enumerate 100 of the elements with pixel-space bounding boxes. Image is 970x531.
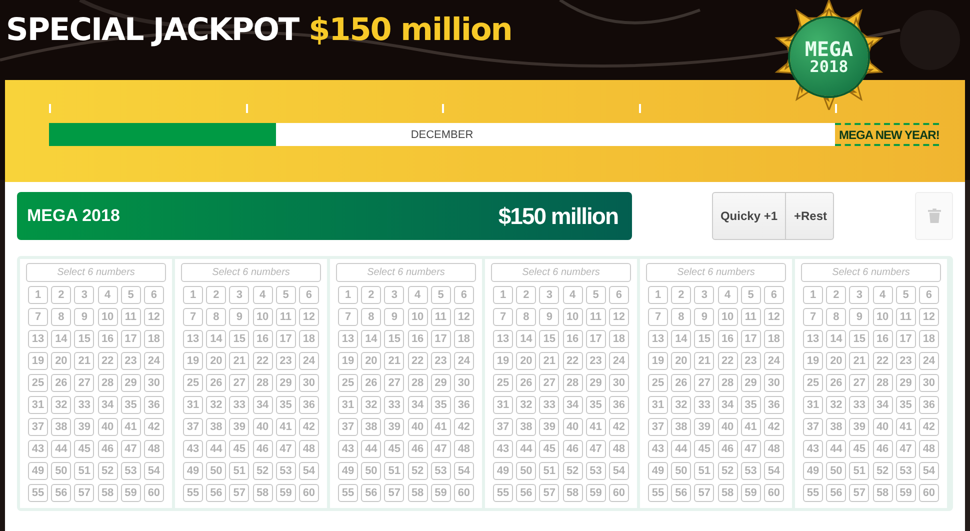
number-button[interactable]: 12: [608, 308, 629, 326]
number-button[interactable]: 43: [493, 440, 513, 458]
number-button[interactable]: 59: [586, 484, 606, 502]
number-button[interactable]: 27: [849, 374, 870, 392]
number-button[interactable]: 19: [338, 352, 358, 370]
number-button[interactable]: 51: [539, 462, 560, 480]
number-button[interactable]: 30: [918, 374, 939, 392]
number-button[interactable]: 55: [183, 484, 203, 502]
number-button[interactable]: 55: [648, 484, 668, 502]
number-button[interactable]: 42: [608, 418, 629, 436]
number-button[interactable]: 39: [74, 418, 94, 436]
number-button[interactable]: 40: [718, 418, 738, 436]
number-button[interactable]: 28: [252, 374, 273, 392]
number-button[interactable]: 42: [764, 418, 784, 436]
number-button[interactable]: 3: [229, 286, 250, 304]
selection-field[interactable]: Select 6 numbers: [491, 263, 631, 282]
number-button[interactable]: 7: [338, 308, 358, 326]
number-button[interactable]: 58: [562, 484, 583, 502]
number-button[interactable]: 36: [144, 396, 164, 414]
number-button[interactable]: 14: [516, 330, 536, 348]
number-button[interactable]: 8: [516, 308, 536, 326]
number-button[interactable]: 33: [74, 396, 94, 414]
number-button[interactable]: 22: [562, 352, 583, 370]
number-button[interactable]: 45: [539, 440, 560, 458]
number-button[interactable]: 16: [98, 330, 118, 348]
number-button[interactable]: 2: [671, 286, 692, 304]
number-button[interactable]: 41: [430, 418, 451, 436]
action-button[interactable]: Quicky +1: [712, 192, 786, 240]
selection-field[interactable]: Select 6 numbers: [26, 263, 166, 282]
number-button[interactable]: 25: [338, 374, 358, 392]
number-button[interactable]: 6: [918, 286, 939, 304]
number-button[interactable]: 58: [252, 484, 273, 502]
number-button[interactable]: 14: [671, 330, 692, 348]
number-button[interactable]: 19: [183, 352, 203, 370]
number-button[interactable]: 53: [896, 462, 916, 480]
number-button[interactable]: 25: [183, 374, 203, 392]
number-button[interactable]: 38: [826, 418, 846, 436]
number-button[interactable]: 18: [918, 330, 939, 348]
number-button[interactable]: 51: [74, 462, 94, 480]
number-button[interactable]: 33: [384, 396, 404, 414]
number-button[interactable]: 39: [229, 418, 250, 436]
number-button[interactable]: 50: [516, 462, 536, 480]
number-button[interactable]: 1: [338, 286, 358, 304]
number-button[interactable]: 20: [671, 352, 692, 370]
number-button[interactable]: 10: [562, 308, 583, 326]
number-button[interactable]: 56: [826, 484, 846, 502]
number-button[interactable]: 59: [896, 484, 916, 502]
number-button[interactable]: 32: [51, 396, 72, 414]
number-button[interactable]: 54: [144, 462, 164, 480]
action-button[interactable]: +Rest: [786, 192, 834, 240]
number-button[interactable]: 35: [276, 396, 296, 414]
number-button[interactable]: 2: [51, 286, 72, 304]
number-button[interactable]: 46: [98, 440, 118, 458]
number-button[interactable]: 60: [608, 484, 629, 502]
number-button[interactable]: 38: [51, 418, 72, 436]
number-button[interactable]: 34: [98, 396, 118, 414]
number-button[interactable]: 3: [384, 286, 404, 304]
number-button[interactable]: 58: [408, 484, 428, 502]
number-button[interactable]: 32: [206, 396, 226, 414]
number-button[interactable]: 44: [361, 440, 382, 458]
number-button[interactable]: 46: [252, 440, 273, 458]
number-button[interactable]: 38: [516, 418, 536, 436]
number-button[interactable]: 29: [276, 374, 296, 392]
number-button[interactable]: 34: [408, 396, 428, 414]
number-button[interactable]: 39: [694, 418, 714, 436]
number-button[interactable]: 12: [144, 308, 164, 326]
number-button[interactable]: 18: [608, 330, 629, 348]
number-button[interactable]: 22: [252, 352, 273, 370]
number-button[interactable]: 35: [896, 396, 916, 414]
number-button[interactable]: 37: [338, 418, 358, 436]
number-button[interactable]: 28: [408, 374, 428, 392]
number-button[interactable]: 52: [98, 462, 118, 480]
number-button[interactable]: 46: [562, 440, 583, 458]
number-button[interactable]: 49: [28, 462, 48, 480]
number-button[interactable]: 28: [98, 374, 118, 392]
number-button[interactable]: 53: [586, 462, 606, 480]
number-button[interactable]: 16: [718, 330, 738, 348]
number-button[interactable]: 33: [849, 396, 870, 414]
number-button[interactable]: 1: [28, 286, 48, 304]
number-button[interactable]: 47: [586, 440, 606, 458]
number-button[interactable]: 23: [740, 352, 761, 370]
number-button[interactable]: 57: [539, 484, 560, 502]
number-button[interactable]: 14: [51, 330, 72, 348]
number-button[interactable]: 60: [764, 484, 784, 502]
number-button[interactable]: 43: [28, 440, 48, 458]
number-button[interactable]: 1: [803, 286, 823, 304]
number-button[interactable]: 47: [120, 440, 141, 458]
number-button[interactable]: 30: [608, 374, 629, 392]
number-button[interactable]: 31: [803, 396, 823, 414]
number-button[interactable]: 4: [98, 286, 118, 304]
number-button[interactable]: 10: [98, 308, 118, 326]
number-button[interactable]: 55: [803, 484, 823, 502]
number-button[interactable]: 18: [454, 330, 474, 348]
number-button[interactable]: 17: [740, 330, 761, 348]
number-button[interactable]: 48: [764, 440, 784, 458]
number-button[interactable]: 46: [872, 440, 893, 458]
number-button[interactable]: 50: [671, 462, 692, 480]
number-button[interactable]: 6: [608, 286, 629, 304]
number-button[interactable]: 38: [671, 418, 692, 436]
number-button[interactable]: 6: [298, 286, 319, 304]
